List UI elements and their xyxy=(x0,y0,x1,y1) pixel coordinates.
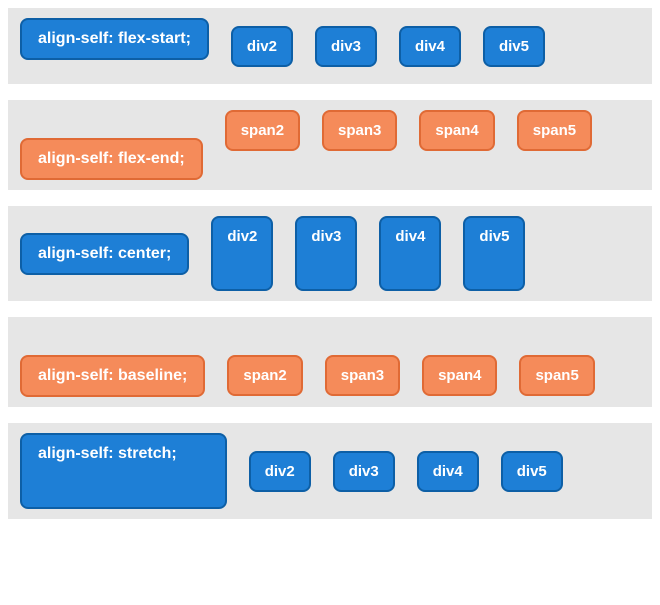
example-center: align-self: center; div2 div3 div4 div5 xyxy=(8,206,652,301)
example-flex-end: align-self: flex-end; span2 span3 span4 … xyxy=(8,100,652,190)
flex-item: span2 xyxy=(225,110,300,151)
flex-item: div3 xyxy=(333,451,395,492)
flex-item: div4 xyxy=(417,451,479,492)
flex-item: span3 xyxy=(325,355,400,396)
flex-item: div5 xyxy=(483,26,545,67)
css-property-label: align-self: stretch; xyxy=(20,433,227,509)
flex-item: span2 xyxy=(227,355,302,396)
example-flex-start: align-self: flex-start; div2 div3 div4 d… xyxy=(8,8,652,84)
flex-item: div5 xyxy=(501,451,563,492)
flex-item: div4 xyxy=(399,26,461,67)
flex-item: div2 xyxy=(211,216,273,291)
flex-item: span4 xyxy=(419,110,494,151)
example-stretch: align-self: stretch; div2 div3 div4 div5 xyxy=(8,423,652,519)
flex-item: div3 xyxy=(315,26,377,67)
flex-item: span4 xyxy=(422,355,497,396)
flex-item: div2 xyxy=(231,26,293,67)
flex-item: span5 xyxy=(517,110,592,151)
css-property-label: align-self: flex-start; xyxy=(20,18,209,60)
flex-item: div2 xyxy=(249,451,311,492)
flex-item: div4 xyxy=(379,216,441,291)
css-property-label: align-self: baseline; xyxy=(20,355,205,397)
flex-item: div5 xyxy=(463,216,525,291)
css-property-label: align-self: flex-end; xyxy=(20,138,203,180)
css-property-label: align-self: center; xyxy=(20,233,189,275)
flex-item: div3 xyxy=(295,216,357,291)
flex-item: span5 xyxy=(519,355,594,396)
flex-item: span3 xyxy=(322,110,397,151)
example-baseline: align-self: baseline; span2 span3 span4 … xyxy=(8,317,652,407)
